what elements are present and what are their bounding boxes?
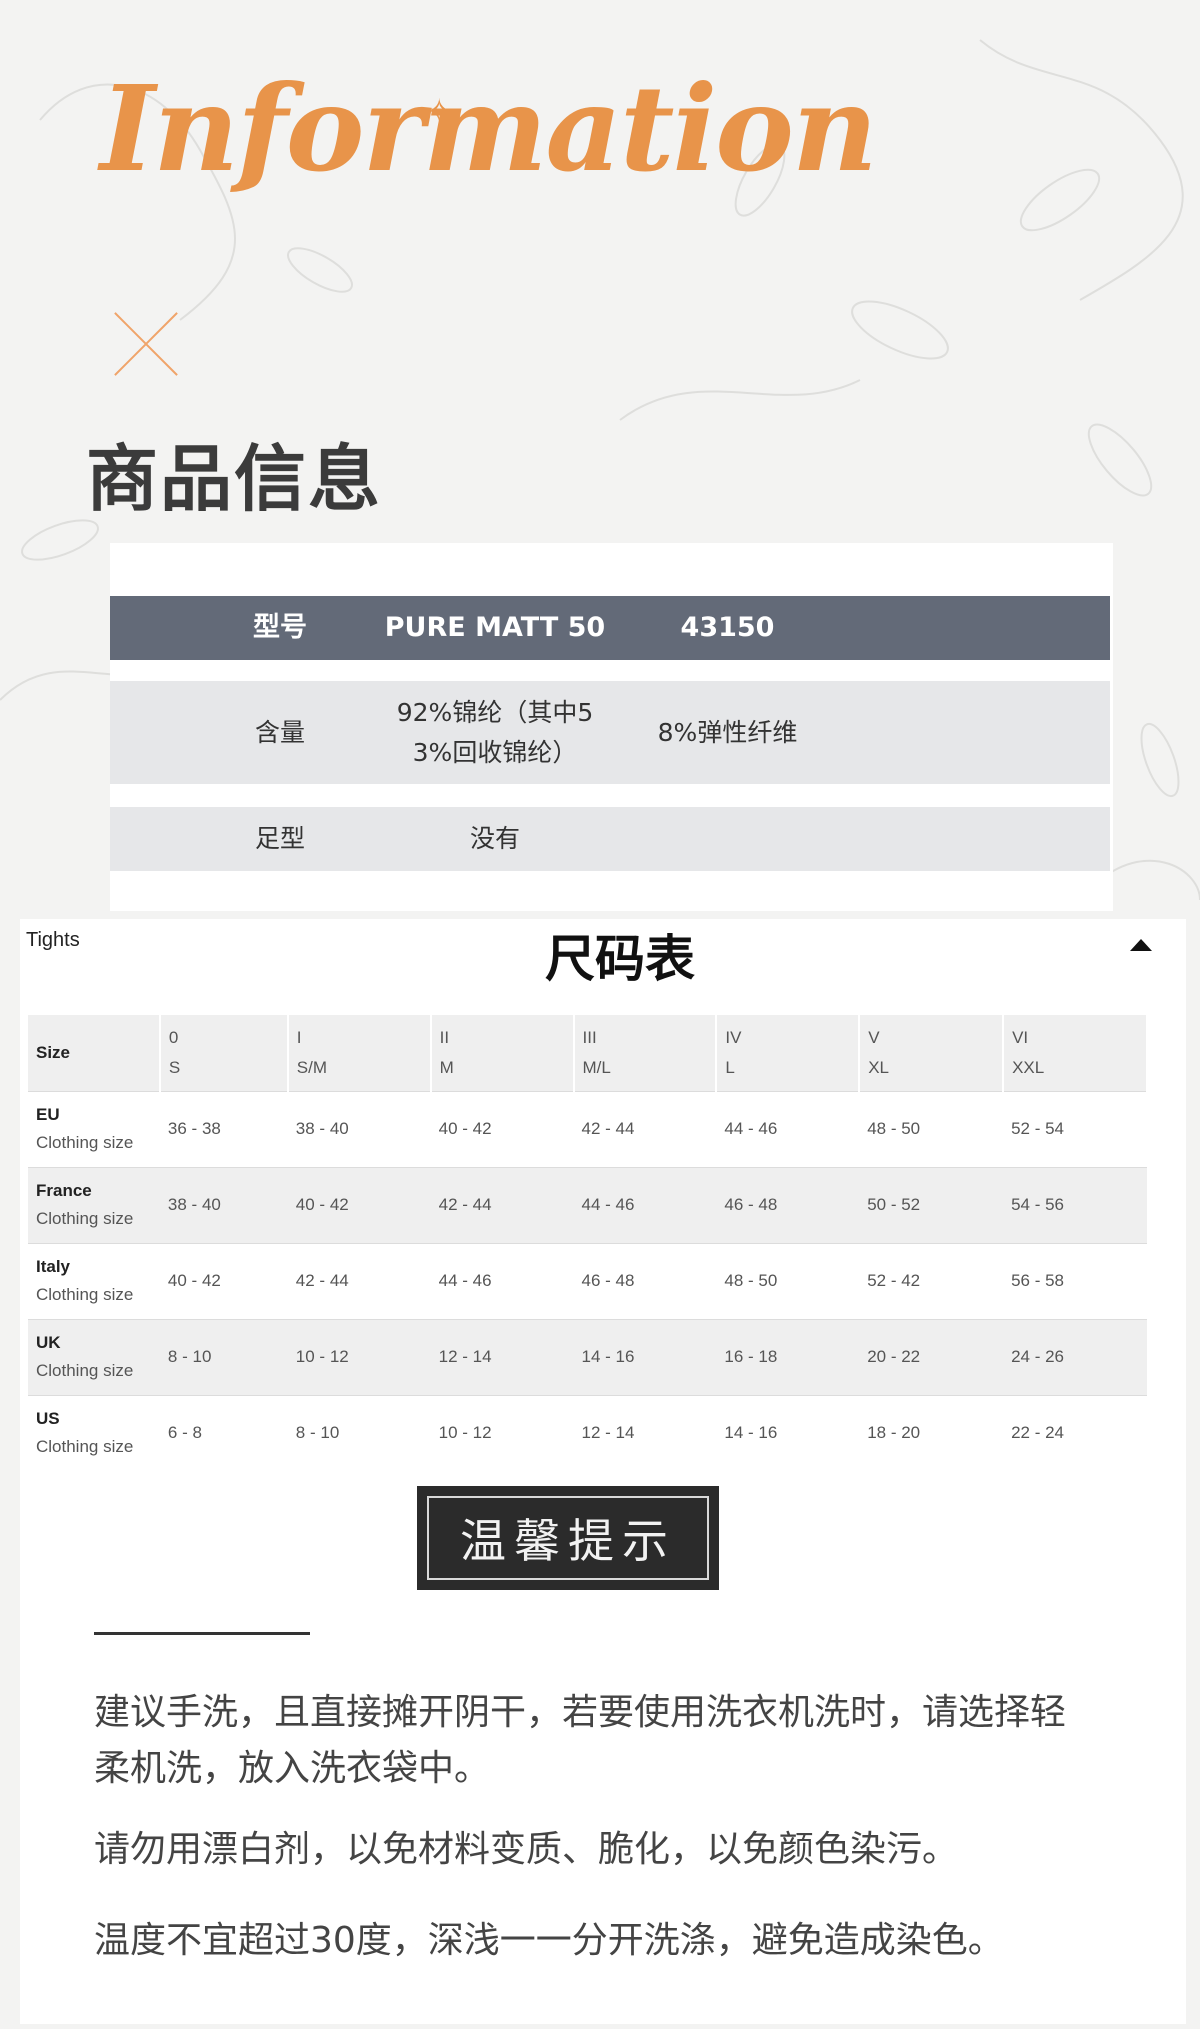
value-nylon: 92%锦纶（其中5 3%回收锦纶） xyxy=(370,681,620,784)
size-cell: 38 - 40 xyxy=(295,1119,349,1138)
value-model-code: 43150 xyxy=(680,612,775,643)
size-cell: 42 - 44 xyxy=(581,1119,635,1138)
size-cell: 44 - 46 xyxy=(724,1119,778,1138)
size-cell: 44 - 46 xyxy=(438,1271,492,1290)
product-row-content: 含量 92%锦纶（其中5 3%回收锦纶） 8%弹性纤维 xyxy=(110,681,1110,784)
size-cell: 44 - 46 xyxy=(581,1195,635,1214)
close-cross-icon xyxy=(110,308,182,380)
size-chart-title: 尺码表 xyxy=(545,930,695,988)
size-cell: 52 - 42 xyxy=(867,1271,921,1290)
brand-title: Information xyxy=(100,59,878,198)
label-foot: 足型 xyxy=(254,824,305,853)
size-cell: 18 - 20 xyxy=(867,1423,921,1443)
size-row-italy: Italy Clothing size 40 - 42 42 - 44 44 - … xyxy=(28,1243,1147,1319)
size-cell: 50 - 52 xyxy=(867,1195,921,1214)
value-model-name: PURE MATT 50 xyxy=(384,612,606,643)
value-foot: 没有 xyxy=(469,824,520,853)
size-cell: 46 - 48 xyxy=(581,1271,635,1290)
size-cell: 16 - 18 xyxy=(724,1347,778,1366)
size-cell: 8 - 10 xyxy=(295,1423,340,1443)
size-cell: 42 - 44 xyxy=(295,1271,349,1290)
size-cell: 8 - 10 xyxy=(167,1347,212,1366)
region-cell: Italy Clothing size xyxy=(36,1257,134,1304)
product-row-foot: 足型 没有 xyxy=(110,807,1110,871)
size-cell: 12 - 14 xyxy=(438,1347,492,1366)
size-row-eu: EU Clothing size 36 - 38 38 - 40 40 - 42 … xyxy=(28,1091,1147,1167)
size-cell: 52 - 54 xyxy=(1011,1119,1064,1138)
size-cell: 46 - 48 xyxy=(724,1195,778,1214)
size-cell: 40 - 42 xyxy=(438,1119,492,1138)
collapse-caret-icon[interactable] xyxy=(1130,939,1152,951)
label-content: 含量 xyxy=(254,717,305,747)
size-cell: 40 - 42 xyxy=(295,1195,349,1214)
value-nylon-line2: 3%回收锦纶） xyxy=(412,737,578,767)
sparkle-icon: ✧ xyxy=(425,92,454,132)
notice-title: 温馨提示 xyxy=(427,1496,709,1580)
size-header-col: I S/M xyxy=(287,1015,432,1091)
care-instruction-bleach: 请勿用漂白剂，以免材料变质、脆化，以免颜色染污。 xyxy=(94,1829,959,1870)
size-header-col: 0S xyxy=(159,1015,289,1091)
size-cell: 38 - 40 xyxy=(167,1195,221,1214)
size-cell: 24 - 26 xyxy=(1011,1347,1064,1366)
size-row-uk: UK Clothing size 8 - 10 10 - 12 12 - 14 1… xyxy=(28,1319,1147,1395)
size-cell: 54 - 56 xyxy=(1011,1195,1064,1214)
region-cell: France Clothing size xyxy=(36,1181,134,1228)
notice-banner: 温馨提示 xyxy=(417,1486,719,1590)
size-cell: 14 - 16 xyxy=(724,1423,778,1443)
size-header-row: Size 0S I S/M II M III M/L IV L V XL VI XXL xyxy=(28,1015,1148,1091)
size-cell: 36 - 38 xyxy=(167,1119,221,1138)
value-elastane: 8%弹性纤维 xyxy=(657,717,798,747)
size-cell: 6 - 8 xyxy=(167,1423,202,1443)
value-nylon-line1: 92%锦纶（其中5 xyxy=(396,697,594,727)
region-cell: EU Clothing size xyxy=(36,1105,134,1152)
size-header-col: VI XXL xyxy=(1003,1015,1148,1091)
size-row-france: France Clothing size 38 - 40 40 - 42 42 -… xyxy=(28,1167,1147,1243)
size-cell: 12 - 14 xyxy=(581,1423,635,1443)
size-row-us: US Clothing size 6 - 8 8 - 10 10 - 12 12 … xyxy=(28,1395,1147,1471)
size-cell: 14 - 16 xyxy=(581,1347,635,1366)
size-cell: 48 - 50 xyxy=(724,1271,778,1290)
tights-tab[interactable]: Tights xyxy=(26,929,80,952)
size-header-label: Size xyxy=(28,1015,161,1091)
product-info-heading: 商品信息 xyxy=(86,437,383,521)
care-instruction-wash: 建议手洗，且直接摊开阴干，若要使用洗衣机洗时，请选择轻柔机洗，放入洗衣袋中。 xyxy=(94,1692,1067,1789)
size-cell: 10 - 12 xyxy=(438,1423,492,1443)
size-cell: 48 - 50 xyxy=(867,1119,921,1138)
divider-line xyxy=(94,1632,310,1635)
care-instruction-temperature: 温度不宜超过30度，深浅一一分开洗涤，避免造成染色。 xyxy=(94,1920,1004,1961)
size-header-col: IV L xyxy=(716,1015,861,1091)
product-info-table: 型号 PURE MATT 50 43150 含量 92%锦纶（其中5 3%回收锦… xyxy=(110,543,1113,911)
size-header-col: II M xyxy=(430,1015,575,1091)
size-cell: 42 - 44 xyxy=(438,1195,492,1214)
size-header-col: III M/L xyxy=(573,1015,718,1091)
size-cell: 40 - 42 xyxy=(167,1271,221,1290)
size-cell: 22 - 24 xyxy=(1011,1423,1064,1443)
label-model: 型号 xyxy=(253,612,307,643)
size-cell: 56 - 58 xyxy=(1011,1271,1064,1290)
size-header-col: V XL xyxy=(859,1015,1005,1091)
region-cell: UK Clothing size xyxy=(36,1333,134,1380)
size-cell: 10 - 12 xyxy=(295,1347,349,1366)
size-table: Size 0S I S/M II M III M/L IV L V XL VI XXL EU… xyxy=(28,1015,1148,1471)
region-cell: US Clothing size xyxy=(36,1409,134,1457)
product-row-model: 型号 PURE MATT 50 43150 xyxy=(110,596,1110,660)
size-cell: 20 - 22 xyxy=(867,1347,921,1366)
